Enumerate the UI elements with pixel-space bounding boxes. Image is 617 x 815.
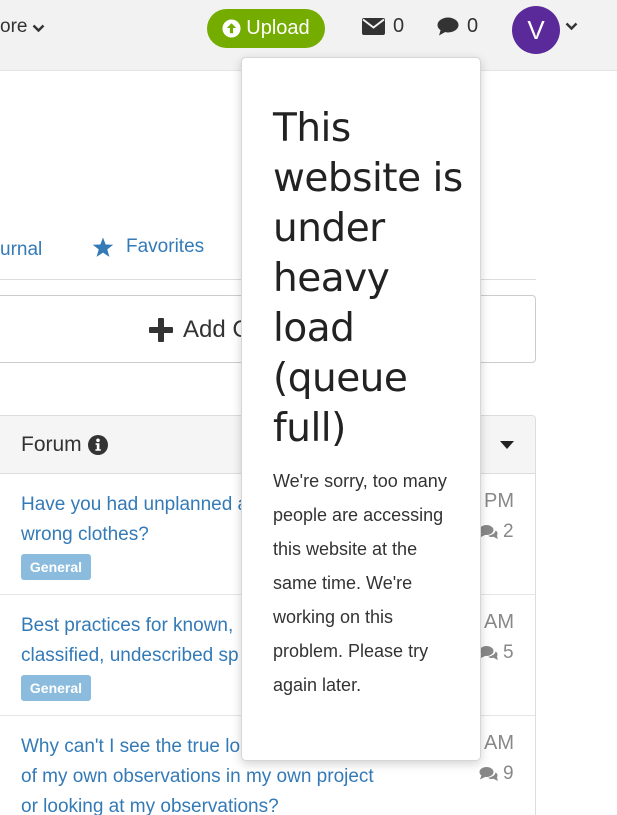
upload-label: Upload xyxy=(246,17,310,39)
forum-row-count: 5 xyxy=(479,642,514,664)
user-avatar[interactable]: V xyxy=(512,6,560,54)
forum-row-time: AM xyxy=(484,732,514,754)
forum-row-count: 2 xyxy=(479,521,514,543)
forum-row-count-value: 5 xyxy=(503,642,514,663)
popover-message: We're sorry, too many people are accessi… xyxy=(273,471,447,695)
comments-icon xyxy=(479,525,498,539)
upload-arrow-icon xyxy=(222,19,241,38)
forum-row-count-value: 9 xyxy=(503,763,514,784)
comments-icon xyxy=(479,646,498,660)
envelope-icon xyxy=(362,18,385,35)
tab-journal-label: urnal xyxy=(0,239,43,260)
messages-count: 0 xyxy=(393,15,405,37)
forum-row-title-line: of my own observations in my own project xyxy=(21,766,374,787)
star-icon xyxy=(92,236,114,257)
more-menu-label: ore xyxy=(0,16,28,37)
comments-icon xyxy=(479,767,498,781)
plus-icon xyxy=(149,318,173,342)
more-menu[interactable]: ore xyxy=(0,16,45,38)
forum-row-title-line: or looking at my observations? xyxy=(21,796,279,815)
tab-favorites[interactable]: Favorites xyxy=(92,236,204,258)
tab-journal[interactable]: urnal xyxy=(0,239,42,261)
forum-row-count: 9 xyxy=(479,763,514,785)
messages-button[interactable]: 0 xyxy=(362,15,404,38)
heavy-load-popover: This website is under heavy load (queue … xyxy=(241,57,481,761)
popover-title: This website is under heavy load (queue … xyxy=(273,106,463,451)
forum-row-time: AM xyxy=(484,611,514,633)
chevron-down-icon xyxy=(33,24,45,32)
avatar-letter: V xyxy=(527,14,545,45)
add-button-label: Add C xyxy=(183,316,250,343)
info-icon[interactable] xyxy=(87,435,108,455)
forum-row-count-value: 2 xyxy=(503,521,514,542)
forum-row-badge[interactable]: General xyxy=(21,675,91,701)
tab-favorites-label: Favorites xyxy=(126,236,205,257)
comments-button[interactable]: 0 xyxy=(437,15,478,38)
comments-count: 0 xyxy=(467,15,479,37)
forum-row-time: PM xyxy=(484,490,514,512)
comment-icon xyxy=(437,17,459,36)
upload-button[interactable]: Upload xyxy=(207,9,325,48)
forum-title: Forum xyxy=(21,433,108,457)
forum-title-label: Forum xyxy=(21,433,82,456)
forum-dropdown-caret-icon[interactable] xyxy=(500,441,514,449)
forum-row-badge[interactable]: General xyxy=(21,554,91,580)
user-menu-chevron-icon[interactable] xyxy=(565,22,578,31)
